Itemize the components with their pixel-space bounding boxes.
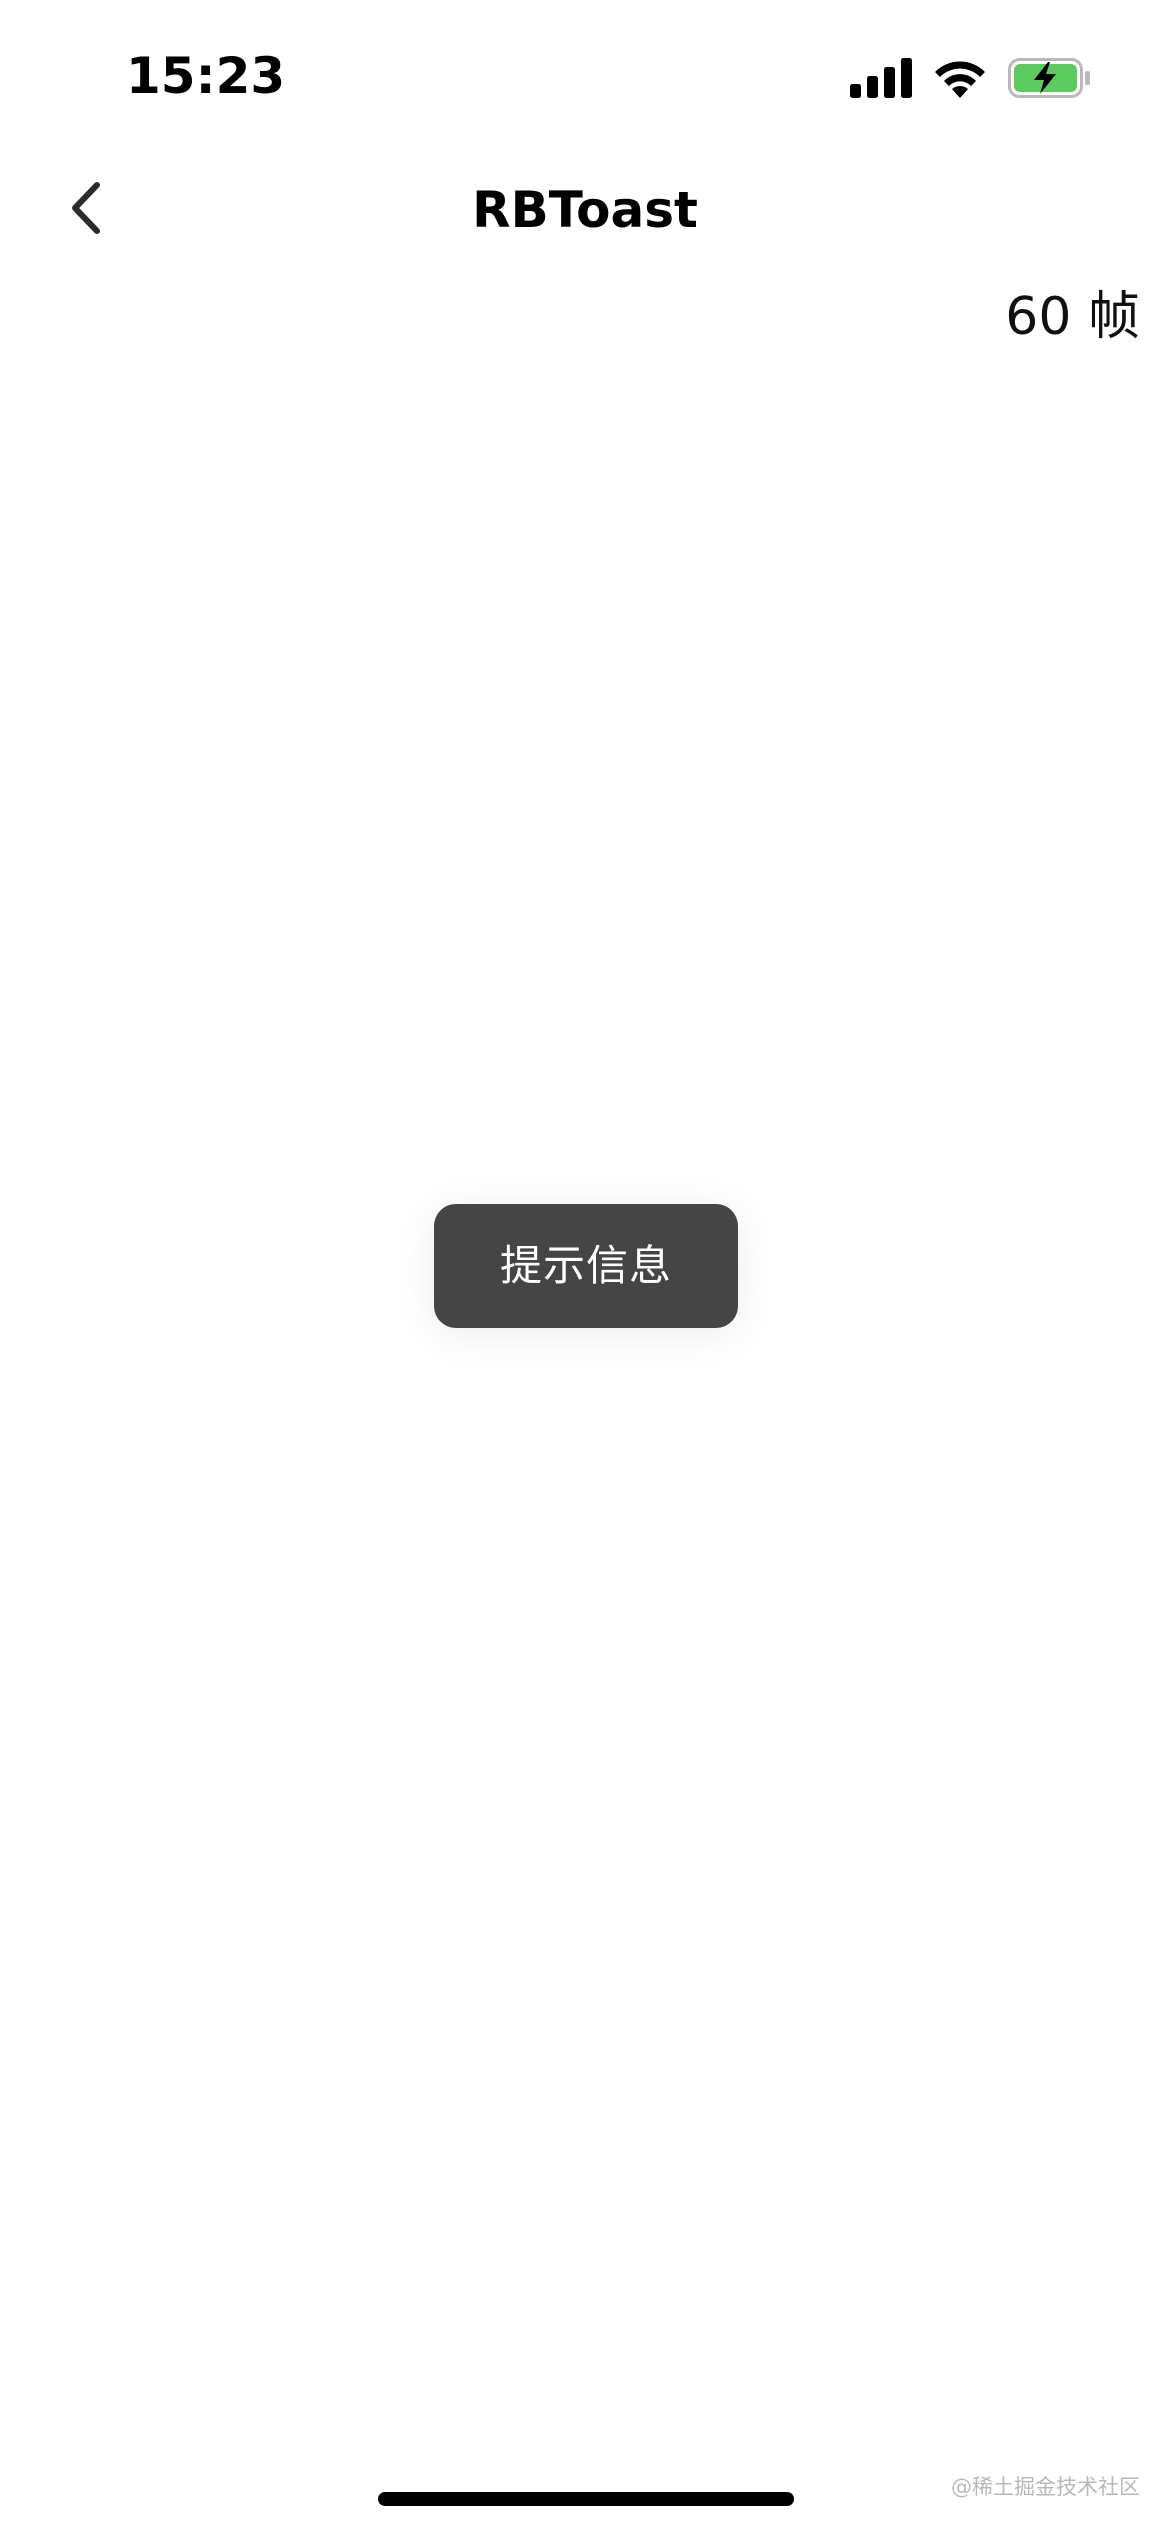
wifi-icon — [932, 58, 988, 98]
navigation-bar: RBToast — [0, 150, 1170, 270]
fps-counter-label: 60 帧 — [1005, 287, 1140, 347]
battery-charging-icon — [1008, 58, 1092, 98]
toast: 提示信息 — [434, 1204, 738, 1328]
status-bar: 15:23 — [0, 0, 1170, 150]
page-title: RBToast — [472, 181, 698, 239]
cellular-signal-icon — [850, 58, 912, 98]
home-indicator[interactable] — [378, 2492, 794, 2506]
toast-message: 提示信息 — [499, 1241, 672, 1290]
status-icons — [850, 56, 1092, 100]
status-time: 15:23 — [126, 47, 286, 105]
watermark: @稀土掘金技术社区 — [951, 2475, 1140, 2499]
